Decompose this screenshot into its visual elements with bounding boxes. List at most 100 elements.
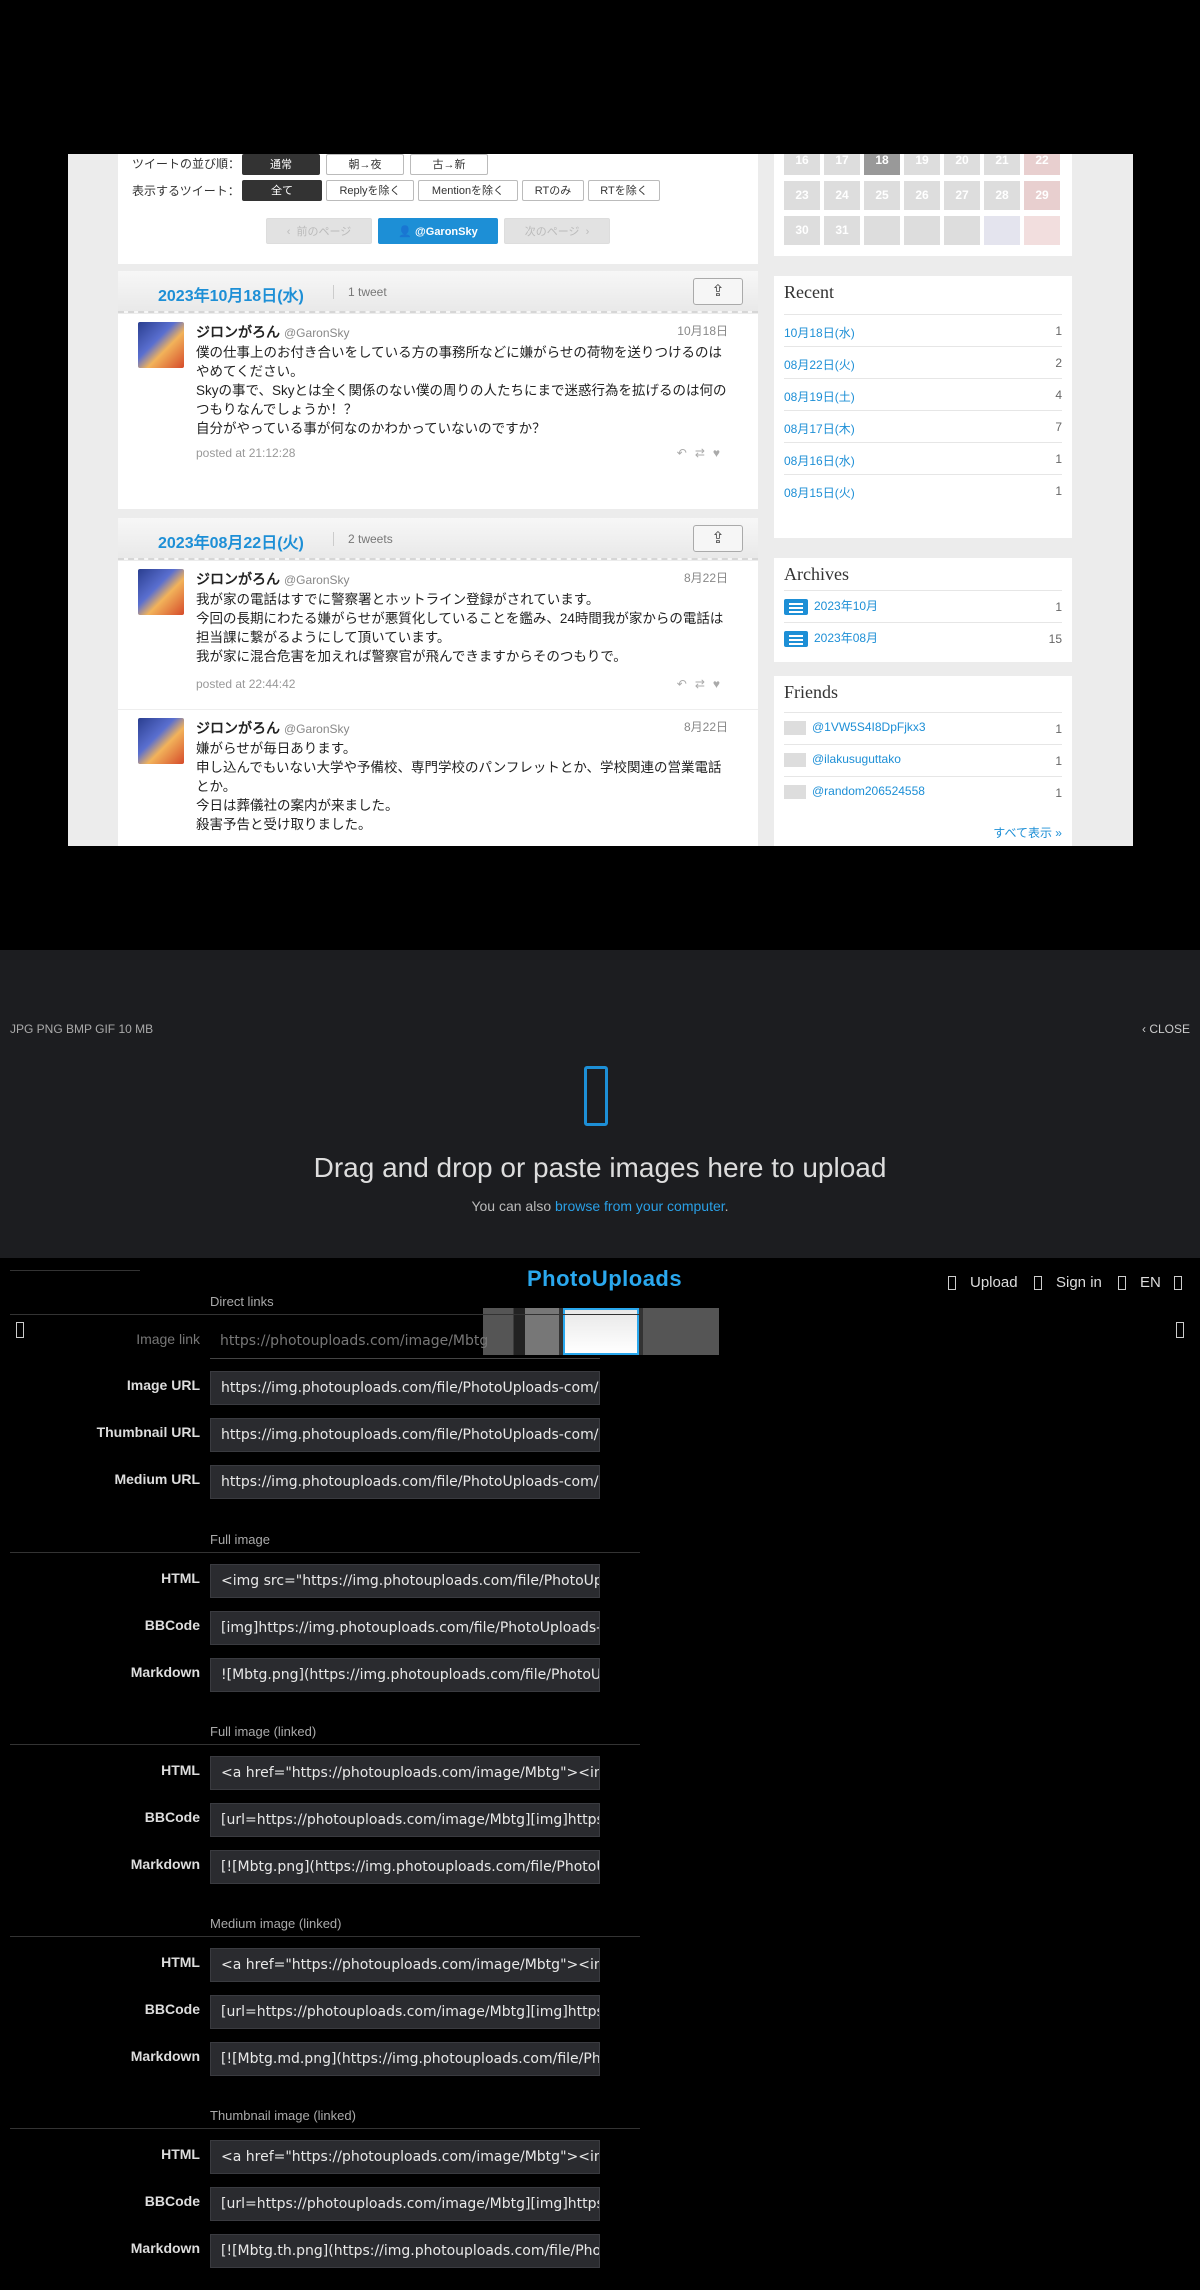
calendar-day[interactable]: 23 bbox=[784, 181, 820, 210]
calendar-day[interactable] bbox=[1024, 216, 1060, 245]
calendar-day[interactable]: 18 bbox=[864, 154, 900, 175]
next-page-button[interactable]: 次のページ › bbox=[504, 218, 610, 244]
heart-icon[interactable]: ♥ bbox=[713, 446, 728, 460]
calendar-day[interactable]: 27 bbox=[944, 181, 980, 210]
avatar[interactable] bbox=[138, 569, 184, 615]
recent-item[interactable]: 08月15日(火) 1 bbox=[784, 474, 1062, 506]
upload-icon bbox=[584, 1066, 608, 1126]
recent-item[interactable]: 08月17日(木) 7 bbox=[784, 410, 1062, 442]
calendar-day[interactable]: 22 bbox=[1024, 154, 1060, 175]
full-image-bbcode-field[interactable]: [img]https://img.photouploads.com/file/P… bbox=[210, 1611, 600, 1645]
medium-url-label: Medium URL bbox=[114, 1471, 200, 1487]
calendar-day[interactable]: 24 bbox=[824, 181, 860, 210]
calendar-day[interactable]: 26 bbox=[904, 181, 940, 210]
medium-image-linked-bbcode-field[interactable]: [url=https://photouploads.com/image/Mbtg… bbox=[210, 1995, 600, 2029]
recent-item[interactable]: 08月16日(水) 1 bbox=[784, 442, 1062, 474]
recent-label: 08月16日(水) bbox=[784, 454, 855, 468]
full-image-markdown-field[interactable]: ![Mbtg.png](https://img.photouploads.com… bbox=[210, 1658, 600, 1692]
prev-page-button[interactable]: ‹ 前のページ bbox=[266, 218, 372, 244]
recent-item[interactable]: 08月19日(土) 4 bbox=[784, 378, 1062, 410]
image-link-field[interactable]: https://photouploads.com/image/Mbtg bbox=[210, 1325, 600, 1359]
archives-item[interactable]: 2023年08月 15 bbox=[784, 622, 1062, 654]
avatar[interactable] bbox=[138, 322, 184, 368]
tweet-date[interactable]: 10月18日 bbox=[677, 322, 728, 339]
upload-dropzone[interactable]: JPG PNG BMP GIF 10 MB ‹ CLOSE Drag and d… bbox=[0, 950, 1200, 1258]
sort-option-normal[interactable]: 通常 bbox=[242, 154, 320, 175]
thumbnail[interactable] bbox=[643, 1308, 719, 1355]
reply-icon[interactable]: ↶ bbox=[677, 677, 695, 691]
medium-url-field[interactable]: https://img.photouploads.com/file/PhotoU… bbox=[210, 1465, 600, 1499]
tweet-posted-time[interactable]: posted at 21:12:28 bbox=[196, 446, 295, 460]
filter-exclude-mention[interactable]: Mentionを除く bbox=[418, 180, 518, 201]
calendar-day[interactable]: 29 bbox=[1024, 181, 1060, 210]
recent-item[interactable]: 10月18日(水) 1 bbox=[784, 314, 1062, 346]
tweet-author[interactable]: ジロンがろん @GaronSky bbox=[196, 718, 350, 738]
sort-option-morning-night[interactable]: 朝→夜 bbox=[326, 154, 404, 175]
group-divider bbox=[10, 2128, 640, 2129]
logo[interactable]: PhotoUploads bbox=[527, 1266, 682, 1292]
user-button[interactable]: 👤 @GaronSky bbox=[378, 218, 498, 244]
retweet-icon[interactable]: ⇄ bbox=[695, 677, 713, 691]
filter-exclude-reply[interactable]: Replyを除く bbox=[326, 180, 414, 201]
tweet-date[interactable]: 8月22日 bbox=[684, 569, 728, 586]
calendar-day[interactable] bbox=[944, 216, 980, 245]
calendar-day[interactable]: 31 bbox=[824, 216, 860, 245]
friends-item[interactable]: @ilakusuguttako 1 bbox=[784, 744, 1062, 776]
calendar-day[interactable]: 28 bbox=[984, 181, 1020, 210]
calendar-day[interactable]: 20 bbox=[944, 154, 980, 175]
friends-show-all-link[interactable]: すべて表示 » bbox=[993, 824, 1062, 841]
thumbnail-linked-markdown-field[interactable]: [![Mbtg.th.png](https://img.photouploads… bbox=[210, 2234, 600, 2268]
calendar-day[interactable]: 17 bbox=[824, 154, 860, 175]
full-image-linked-markdown-field[interactable]: [![Mbtg.png](https://img.photouploads.co… bbox=[210, 1850, 600, 1884]
filter-all[interactable]: 全て bbox=[242, 180, 322, 201]
calendar-day[interactable]: 16 bbox=[784, 154, 820, 175]
thumbnail-url-field[interactable]: https://img.photouploads.com/file/PhotoU… bbox=[210, 1418, 600, 1452]
calendar-day[interactable]: 25 bbox=[864, 181, 900, 210]
calendar-day[interactable] bbox=[904, 216, 940, 245]
medium-image-linked-html-label: HTML bbox=[161, 1954, 200, 1970]
avatar[interactable] bbox=[138, 718, 184, 764]
calendar-day[interactable] bbox=[984, 216, 1020, 245]
archives-item[interactable]: 2023年10月 1 bbox=[784, 590, 1062, 622]
tweet-date[interactable]: 8月22日 bbox=[684, 718, 728, 735]
filter-rt-only[interactable]: RTのみ bbox=[522, 180, 584, 201]
next-arrow-icon[interactable] bbox=[1176, 1322, 1184, 1338]
full-image-html-field[interactable]: <img src="https://img.photouploads.com/f… bbox=[210, 1564, 600, 1598]
tweet: ジロンがろん @GaronSky 8月22日 我が家の電話はすでに警察署とホットラ… bbox=[118, 561, 758, 710]
image-url-field[interactable]: https://img.photouploads.com/file/PhotoU… bbox=[210, 1371, 600, 1405]
browse-link[interactable]: browse from your computer bbox=[555, 1198, 725, 1214]
heart-icon[interactable]: ♥ bbox=[713, 677, 728, 691]
calendar-day[interactable]: 21 bbox=[984, 154, 1020, 175]
day-date[interactable]: 2023年08月22日(火) bbox=[158, 529, 304, 553]
medium-image-linked-markdown-field[interactable]: [![Mbtg.md.png](https://img.photouploads… bbox=[210, 2042, 600, 2076]
avatar-icon bbox=[784, 784, 806, 799]
signin-nav[interactable]: Sign in bbox=[1034, 1274, 1102, 1291]
full-image-linked-bbcode-field[interactable]: [url=https://photouploads.com/image/Mbtg… bbox=[210, 1803, 600, 1837]
calendar-day[interactable] bbox=[864, 216, 900, 245]
reply-icon[interactable]: ↶ bbox=[677, 446, 695, 460]
language-nav[interactable]: EN bbox=[1118, 1274, 1161, 1291]
menu-icon[interactable] bbox=[1174, 1276, 1182, 1290]
day-date[interactable]: 2023年10月18日(水) bbox=[158, 282, 304, 306]
upload-nav[interactable]: Upload bbox=[948, 1274, 1018, 1291]
recent-item[interactable]: 08月22日(火) 2 bbox=[784, 346, 1062, 378]
tweet-author[interactable]: ジロンがろん @GaronSky bbox=[196, 322, 350, 342]
tweet-handle: @GaronSky bbox=[284, 326, 350, 340]
tweet-author[interactable]: ジロンがろん @GaronSky bbox=[196, 569, 350, 589]
calendar-day[interactable]: 30 bbox=[784, 216, 820, 245]
full-image-linked-html-field[interactable]: <a href="https://photouploads.com/image/… bbox=[210, 1756, 600, 1790]
close-button[interactable]: ‹ CLOSE bbox=[1142, 1022, 1190, 1036]
friends-item[interactable]: @1VW5S4I8DpFjkx3 1 bbox=[784, 712, 1062, 744]
share-button[interactable]: ⇪ bbox=[693, 278, 743, 305]
filter-exclude-rt[interactable]: RTを除く bbox=[588, 180, 660, 201]
tweet-posted-time[interactable]: posted at 22:44:42 bbox=[196, 677, 295, 691]
sort-option-old-new[interactable]: 古→新 bbox=[410, 154, 488, 175]
thumbnail-linked-html-field[interactable]: <a href="https://photouploads.com/image/… bbox=[210, 2140, 600, 2174]
archives-label: 2023年08月 bbox=[814, 631, 879, 645]
thumbnail-linked-bbcode-field[interactable]: [url=https://photouploads.com/image/Mbtg… bbox=[210, 2187, 600, 2221]
retweet-icon[interactable]: ⇄ bbox=[695, 446, 713, 460]
medium-image-linked-html-field[interactable]: <a href="https://photouploads.com/image/… bbox=[210, 1948, 600, 1982]
share-button[interactable]: ⇪ bbox=[693, 525, 743, 552]
calendar-day[interactable]: 19 bbox=[904, 154, 940, 175]
friends-item[interactable]: @random206524558 1 bbox=[784, 776, 1062, 808]
